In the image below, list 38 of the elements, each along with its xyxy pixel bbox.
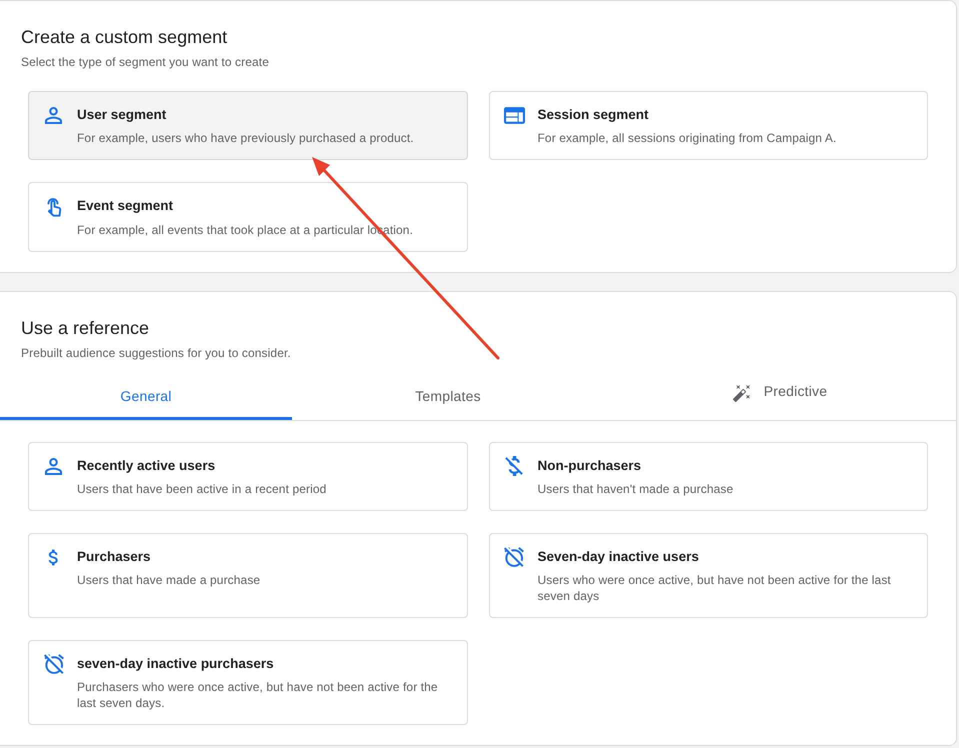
- section-subtitle: Select the type of segment you want to create: [21, 54, 269, 70]
- option-title: Event segment: [77, 197, 174, 215]
- option-title: Session segment: [538, 106, 649, 124]
- dollar-icon: [48, 548, 59, 566]
- pointing-hand-icon: [45, 196, 62, 217]
- person-icon: [45, 458, 62, 474]
- suggestion-description: Users that haven't made a purchase: [538, 481, 734, 497]
- audience-suggestion-card[interactable]: Purchasers Users that have made a purchase: [28, 533, 468, 618]
- suggestion-title: Purchasers: [77, 548, 151, 566]
- crossed-alarm-clock-icon: [504, 547, 524, 567]
- option-title: User segment: [77, 106, 166, 124]
- option-description: For example, users who have previously purchased a product.: [77, 130, 414, 146]
- suggestion-title: Non-purchasers: [538, 457, 642, 475]
- section-title: Create a custom segment: [21, 26, 228, 49]
- suggestion-title: Seven-day inactive users: [538, 548, 699, 566]
- tab[interactable]: Predictive: [604, 372, 956, 420]
- browser-window-icon: [504, 106, 524, 124]
- suggestion-description: Users that have been active in a recent period: [77, 481, 326, 497]
- audience-suggestion-card[interactable]: Non-purchasers Users that haven't made a purchase: [488, 442, 928, 511]
- audience-suggestion-card[interactable]: Recently active users Users that have been active in a recent period: [28, 442, 468, 511]
- segment-option-card[interactable]: Session segment For example, all sessions originating from Campaign A.: [488, 91, 928, 160]
- suggestion-description: Users who were once active, but have not been active for the last seven days: [538, 572, 892, 604]
- person-icon: [45, 106, 62, 124]
- tab[interactable]: Templates: [292, 372, 604, 420]
- section-subtitle: Prebuilt audience suggestions for you to consider.: [21, 345, 291, 361]
- crossed-alarm-clock-icon: [44, 654, 64, 674]
- audience-suggestion-card[interactable]: seven-day inactive purchasers Purchasers who were once active, but have not been active for the last seven days.: [28, 640, 468, 725]
- section-title: Use a reference: [21, 317, 150, 340]
- suggestion-description: Purchasers who were once active, but have not been active for the last seven days.: [77, 679, 439, 711]
- suggestion-title: Recently active users: [77, 457, 216, 475]
- segment-option-card[interactable]: User segment For example, users who have previously purchased a product.: [28, 91, 468, 160]
- tab[interactable]: General: [0, 372, 292, 420]
- crossed-dollar-icon: [505, 456, 523, 476]
- audience-suggestion-card[interactable]: Seven-day inactive users Users who were once active, but have not been active for the last seven days: [488, 533, 928, 618]
- magic-wand-icon: [732, 385, 750, 402]
- option-description: For example, all sessions originating from Campaign A.: [538, 130, 836, 146]
- suggestion-description: Users that have made a purchase: [77, 572, 260, 588]
- suggestion-title: seven-day inactive purchasers: [77, 655, 274, 673]
